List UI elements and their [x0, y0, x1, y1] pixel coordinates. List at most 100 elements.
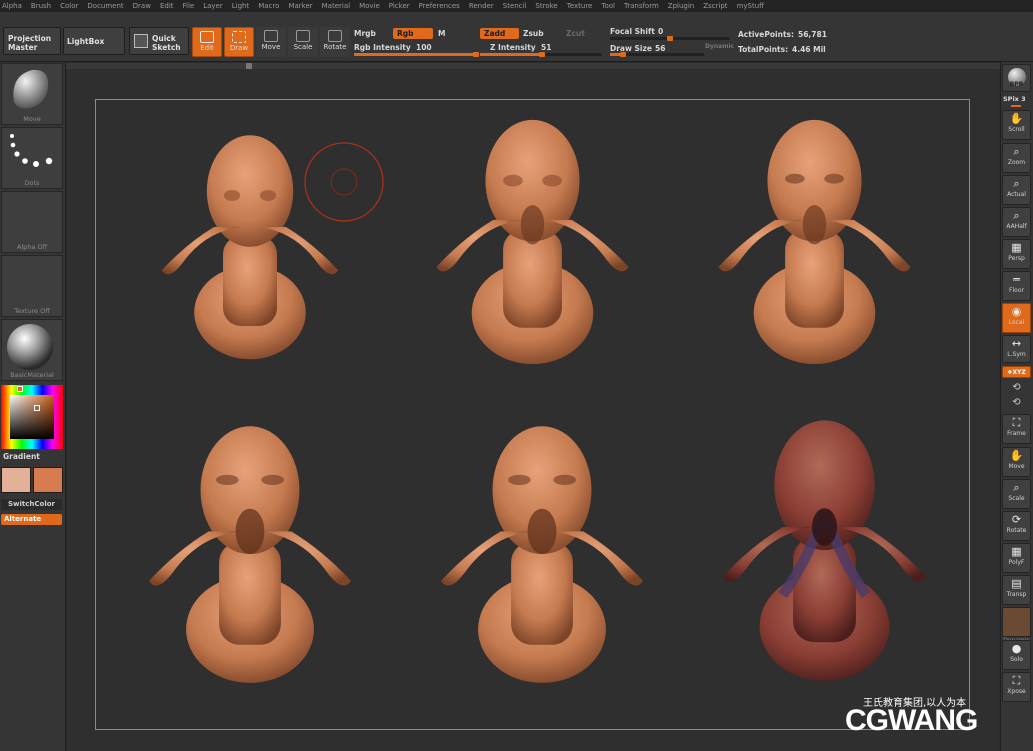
- move-button[interactable]: Move: [256, 27, 286, 57]
- bpr-label: BPR: [1009, 81, 1024, 88]
- menu-item-brush[interactable]: Brush: [31, 2, 51, 10]
- menu-item-zplugin[interactable]: Zplugin: [668, 2, 694, 10]
- scale-view-button[interactable]: ⌕ Scale: [1002, 479, 1031, 509]
- menu-item-alpha[interactable]: Alpha: [2, 2, 22, 10]
- rgb-intensity-value: 100: [416, 43, 432, 52]
- stroke-slot[interactable]: Dots: [1, 127, 63, 189]
- switch-color-button[interactable]: SwitchColor: [1, 499, 62, 510]
- material-name: BasicMaterial: [10, 371, 54, 379]
- z-intensity-slider[interactable]: [480, 52, 602, 57]
- menu-item-color[interactable]: Color: [60, 2, 78, 10]
- menu-item-preferences[interactable]: Preferences: [419, 2, 460, 10]
- spix-control[interactable]: SPix 3: [1003, 95, 1031, 107]
- menu-item-zscript[interactable]: Zscript: [703, 2, 727, 10]
- scale-button[interactable]: Scale: [288, 27, 318, 57]
- frame-button[interactable]: ⛶ Frame: [1002, 414, 1031, 444]
- menu-item-layer[interactable]: Layer: [203, 2, 223, 10]
- rgb-button[interactable]: Rgb: [393, 28, 433, 39]
- texture-name: Texture Off: [14, 307, 50, 315]
- lightbox-button[interactable]: LightBox: [63, 27, 125, 55]
- spix-label: SPix: [1003, 95, 1019, 103]
- alpha-slot[interactable]: Alpha Off: [1, 191, 63, 253]
- gradient-label[interactable]: Gradient: [3, 452, 40, 461]
- menu-item-movie[interactable]: Movie: [359, 2, 380, 10]
- local-label: Local: [1008, 319, 1025, 326]
- left-shelf: Move Dots Alpha Off Texture Off BasicMat…: [0, 62, 66, 751]
- menu-item-tool[interactable]: Tool: [601, 2, 615, 10]
- bpr-button[interactable]: BPR: [1002, 64, 1031, 92]
- material-sphere-icon: [7, 324, 53, 370]
- scroll-label: Scroll: [1008, 126, 1025, 133]
- menu-item-render[interactable]: Render: [469, 2, 494, 10]
- menu-item-macro[interactable]: Macro: [258, 2, 279, 10]
- menu-item-mystuff[interactable]: myStuff: [737, 2, 764, 10]
- color-picker-sv-square[interactable]: [10, 395, 54, 439]
- texture-slot[interactable]: Texture Off: [1, 255, 63, 317]
- zoom-magnifier-icon: ⌕: [1013, 145, 1020, 158]
- menu-item-marker[interactable]: Marker: [288, 2, 312, 10]
- actual-button[interactable]: ⌕ Actual: [1002, 175, 1031, 205]
- menu-item-texture[interactable]: Texture: [567, 2, 593, 10]
- focal-shift-slider[interactable]: [610, 36, 730, 41]
- draw-button[interactable]: Draw: [224, 27, 254, 57]
- sculpt-stage-2: [410, 112, 655, 367]
- rotate-view-button[interactable]: ⟳ Rotate: [1002, 511, 1031, 541]
- menu-item-picker[interactable]: Picker: [389, 2, 410, 10]
- edit-button[interactable]: Edit: [192, 27, 222, 57]
- menu-item-stroke[interactable]: Stroke: [535, 2, 557, 10]
- draw-size-slider[interactable]: [610, 52, 704, 57]
- menu-item-stencil[interactable]: Stencil: [503, 2, 527, 10]
- rotate-axis-icons[interactable]: ⟲ ⟲: [1002, 380, 1031, 410]
- dynamic-button[interactable]: Dynamic: [705, 43, 734, 50]
- actual-magnifier-icon: ⌕: [1013, 177, 1020, 190]
- rotate-z-icon[interactable]: ⟲: [1002, 395, 1031, 410]
- rgb-intensity-slider[interactable]: [354, 52, 479, 57]
- menu-item-file[interactable]: File: [183, 2, 195, 10]
- primary-color-swatch[interactable]: [1, 467, 31, 493]
- lsym-button[interactable]: ↔ L.Sym: [1002, 335, 1031, 363]
- quick-sketch-button[interactable]: Quick Sketch: [129, 27, 189, 55]
- polyf-button[interactable]: ▦ PolyF: [1002, 543, 1031, 573]
- color-picker-cursor[interactable]: [34, 405, 40, 411]
- menu-item-edit[interactable]: Edit: [160, 2, 174, 10]
- edit-icon: [200, 31, 214, 43]
- xyz-button[interactable]: ❖XYZ: [1002, 366, 1031, 378]
- secondary-color-swatch[interactable]: [33, 467, 63, 493]
- frame-icon: ⛶: [1012, 416, 1021, 429]
- menu-item-transform[interactable]: Transform: [624, 2, 659, 10]
- aahalf-button[interactable]: ⌕ AAHalf: [1002, 207, 1031, 237]
- material-slot[interactable]: BasicMaterial: [1, 319, 63, 381]
- rotate-button[interactable]: Rotate: [320, 27, 350, 57]
- polyf-grid-icon: ▦: [1011, 545, 1022, 558]
- brush-slot[interactable]: Move: [1, 63, 63, 125]
- move-view-button[interactable]: ✋ Move: [1002, 447, 1031, 477]
- focal-shift-label: Focal Shift: [610, 27, 655, 36]
- zsub-button[interactable]: Zsub: [523, 29, 544, 38]
- hue-cursor[interactable]: [17, 386, 23, 392]
- rotate-y-icon[interactable]: ⟲: [1002, 380, 1031, 395]
- transp-button[interactable]: ▤ Transp: [1002, 575, 1031, 605]
- persp-button[interactable]: ▦ Persp: [1002, 239, 1031, 269]
- menu-item-material[interactable]: Material: [322, 2, 350, 10]
- move-brush-icon: [13, 69, 49, 109]
- menu-item-draw[interactable]: Draw: [133, 2, 151, 10]
- projection-master-button[interactable]: Projection Master: [3, 27, 61, 55]
- dynamic-toggle[interactable]: Dynamic: [1002, 607, 1031, 644]
- menu-item-document[interactable]: Document: [87, 2, 123, 10]
- color-picker[interactable]: [1, 385, 63, 449]
- scroll-button[interactable]: ✋ Scroll: [1002, 110, 1031, 140]
- floor-button[interactable]: ═ Floor: [1002, 271, 1031, 301]
- mrgb-button[interactable]: Mrgb: [354, 29, 376, 38]
- spix-value: 3: [1021, 95, 1026, 103]
- xpose-button[interactable]: ⛶ Xpose: [1002, 672, 1031, 702]
- lsym-label: L.Sym: [1007, 351, 1026, 358]
- zoom-button[interactable]: ⌕ Zoom: [1002, 143, 1031, 173]
- local-button[interactable]: ◉ Local: [1002, 303, 1031, 333]
- zadd-button[interactable]: Zadd: [480, 28, 519, 39]
- alternate-button[interactable]: Alternate: [1, 514, 62, 525]
- solo-button[interactable]: ● Solo: [1002, 640, 1031, 670]
- zcut-button[interactable]: Zcut: [566, 29, 585, 38]
- menu-item-light[interactable]: Light: [232, 2, 249, 10]
- solo-label: Solo: [1010, 656, 1023, 663]
- m-button[interactable]: M: [438, 29, 445, 38]
